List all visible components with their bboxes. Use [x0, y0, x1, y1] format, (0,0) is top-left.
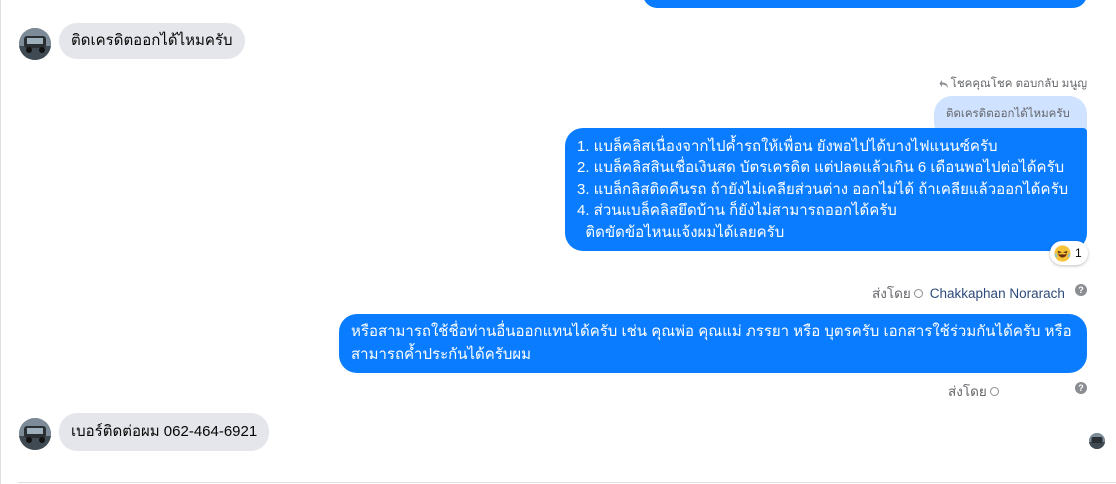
sent-by-info: ส่งโดย Chakkaphan Norarach [872, 282, 1065, 304]
incoming-message-bubble[interactable]: เบอร์ติดต่อผม 062-464-6921 [59, 413, 270, 451]
check-circle-icon [989, 386, 999, 396]
customer-avatar-image [19, 418, 51, 450]
customer-avatar[interactable] [19, 28, 51, 60]
message-line: 1. แบล็คลิสเนื่องจากไปค้ำรถให้เพื่อน ยัง… [577, 138, 998, 155]
outgoing-message-bubble[interactable]: หรือสามารถใช้ชื่อท่านอื่นออกแทนได้ครับ เ… [339, 314, 1087, 373]
help-glyph: ? [1078, 383, 1084, 393]
customer-avatar-image [19, 28, 51, 60]
incoming-message-bubble[interactable]: ติดเครดิตออกได้ไหมครับ [59, 23, 245, 59]
message-line: 2. แบล็คลิสสินเชื่อเงินสด บัตรเครดิต แต่… [577, 159, 1065, 177]
question-mark-icon[interactable]: ? [1075, 284, 1087, 296]
question-mark-icon[interactable]: ? [1075, 382, 1087, 394]
reply-header-text: โชคคุณโชค ตอบกลับ มนูญ [950, 78, 1087, 90]
message-reaction[interactable]: 1 [1050, 241, 1088, 265]
reply-context-header: โชคคุณโชค ตอบกลับ มนูญ [939, 75, 1087, 93]
sent-by-label: ส่งโดย [948, 384, 987, 399]
laughing-emoji-icon [1054, 244, 1071, 262]
message-line: 4. ส่วนแบล็คลิสยึดบ้าน ก็ยังไม่สามารถออก… [577, 202, 897, 220]
message-line: ติดขัดข้อไหนแจ้งผมได้เลยครับ [577, 223, 785, 241]
message-line: 3. แบล็กลิสติดคืนรถ ถ้ายังไม่เคลียส่วนต่… [577, 180, 1069, 198]
seen-indicator-avatar [1089, 433, 1105, 449]
quoted-message-text: ติดเครดิตออกได้ไหมครับ [946, 108, 1070, 120]
message-text: เบอร์ติดต่อผม 062-464-6921 [71, 423, 258, 440]
previous-outgoing-message-bubble[interactable] [643, 0, 1087, 8]
sent-by-label: ส่งโดย [872, 286, 911, 301]
outgoing-message-bubble[interactable]: 1. แบล็คลิสเนื่องจากไปค้ำรถให้เพื่อน ยัง… [565, 128, 1087, 251]
seen-avatar-image [1089, 433, 1105, 449]
check-circle-icon [913, 288, 923, 298]
message-line: หรือสามารถใช้ชื่อท่านอื่นออกแทนได้ครับ เ… [351, 323, 1072, 340]
message-text: ติดเครดิตออกได้ไหมครับ [71, 32, 233, 49]
customer-avatar[interactable] [19, 418, 51, 450]
reply-arrow-icon [939, 80, 948, 88]
message-line: สามารถค้ำประกันได้ครับผม [351, 346, 532, 363]
reaction-count: 1 [1075, 246, 1082, 260]
sent-by-info: ส่งโดย [948, 380, 999, 402]
sent-by-agent-name[interactable]: Chakkaphan Norarach [930, 286, 1065, 301]
composer-divider [18, 482, 1116, 483]
help-glyph: ? [1078, 285, 1084, 295]
panel-divider [0, 0, 1, 484]
